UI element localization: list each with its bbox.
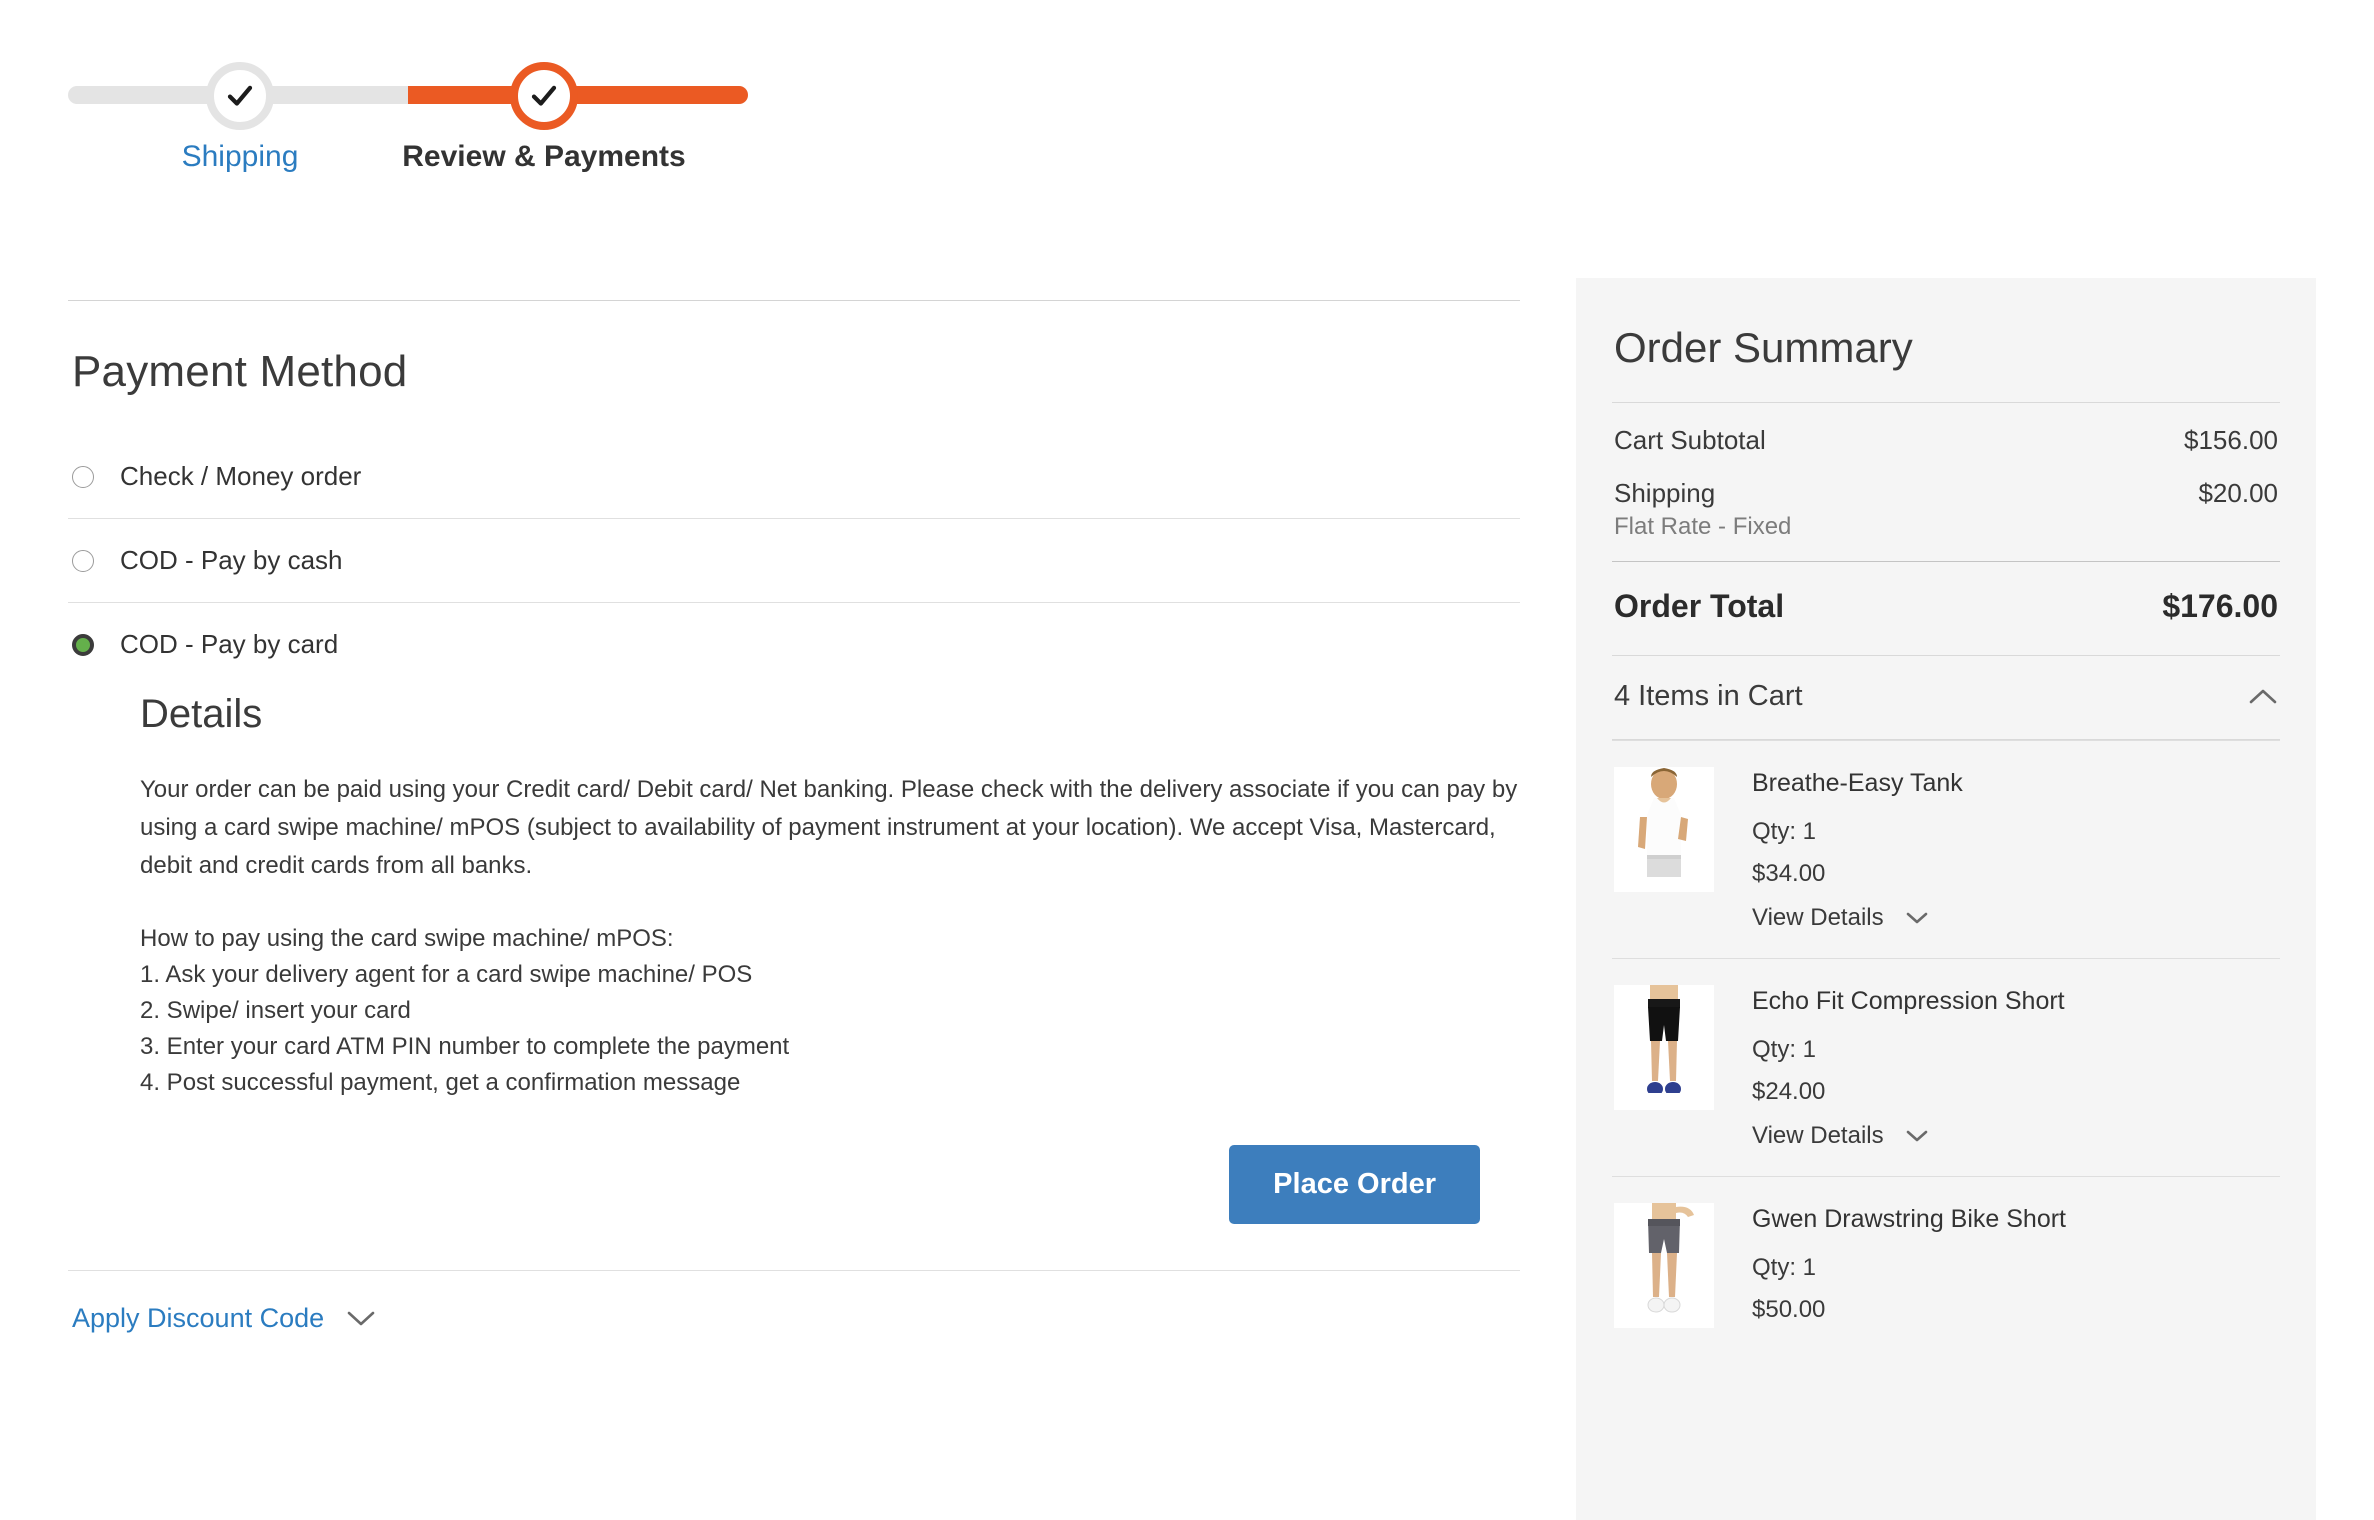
place-order-button[interactable]: Place Order [1229, 1145, 1480, 1224]
checkout-page: Shipping Review & Payments Payment Metho… [0, 0, 2374, 1520]
step-shipping-label[interactable]: Shipping [182, 140, 299, 174]
shipping-method-label: Flat Rate - Fixed [1612, 509, 2280, 561]
payment-method-list: Check / Money order COD - Pay by cash CO… [68, 435, 1520, 1334]
view-details-label: View Details [1752, 904, 1884, 932]
product-qty: Qty: 1 [1752, 1036, 2065, 1064]
product-thumbnail [1614, 1203, 1714, 1328]
list-item[interactable]: Gwen Drawstring Bike Short Qty: 1 $50.00 [1612, 1176, 2280, 1364]
order-total-value: $176.00 [2162, 588, 2278, 625]
product-qty: Qty: 1 [1752, 1254, 2066, 1282]
woman-gray-bike-short-image [1614, 1203, 1714, 1328]
checkout-progress-bar: Shipping Review & Payments [68, 28, 748, 158]
product-price: $50.00 [1752, 1296, 2066, 1324]
step-shipping-bubble[interactable] [206, 62, 274, 130]
details-paragraph: Your order can be paid using your Credit… [140, 771, 1520, 885]
view-details-toggle[interactable]: View Details [1752, 1122, 2065, 1150]
payment-option-label: COD - Pay by cash [120, 545, 343, 576]
shipping-value: $20.00 [2198, 478, 2278, 509]
payment-option-label: COD - Pay by card [120, 629, 338, 660]
radio-cod-cash[interactable] [72, 550, 94, 572]
woman-white-tank-top-image [1614, 767, 1714, 892]
chevron-down-icon[interactable] [1906, 1130, 1928, 1143]
check-icon [529, 81, 559, 111]
cart-subtotal-row: Cart Subtotal $156.00 [1612, 403, 2280, 456]
radio-cod-card-selected[interactable] [72, 634, 94, 656]
chevron-down-icon[interactable] [1906, 912, 1928, 925]
list-item[interactable]: Breathe-Easy Tank Qty: 1 $34.00 View Det… [1612, 740, 2280, 958]
items-in-cart-header[interactable]: 4 Items in Cart [1612, 656, 2280, 739]
order-total-row: Order Total $176.00 [1612, 562, 2280, 655]
shipping-label: Shipping [1614, 478, 1715, 509]
order-total-label: Order Total [1614, 588, 1784, 625]
product-qty: Qty: 1 [1752, 818, 1963, 846]
product-info: Echo Fit Compression Short Qty: 1 $24.00… [1752, 985, 2065, 1150]
check-icon [225, 81, 255, 111]
product-price: $34.00 [1752, 860, 1963, 888]
view-details-label: View Details [1752, 1122, 1884, 1150]
page-title: Payment Method [68, 301, 1520, 397]
details-heading: Details [140, 692, 1520, 737]
payment-option-cod-cash[interactable]: COD - Pay by cash [68, 519, 1520, 602]
items-in-cart-count: 4 Items in Cart [1614, 680, 1803, 713]
payment-details-panel: Details Your order can be paid using you… [68, 686, 1520, 1224]
list-item[interactable]: Echo Fit Compression Short Qty: 1 $24.00… [1612, 958, 2280, 1176]
order-summary-title: Order Summary [1612, 278, 2280, 402]
product-name: Gwen Drawstring Bike Short [1752, 1205, 2066, 1234]
payment-option-cod-card[interactable]: COD - Pay by card [68, 603, 1520, 686]
details-howto-list: How to pay using the card swipe machine/… [140, 921, 1520, 1101]
chevron-up-icon[interactable] [2248, 688, 2278, 706]
product-thumbnail [1614, 985, 1714, 1110]
progress-fill [408, 86, 748, 104]
payment-option-label: Check / Money order [120, 461, 361, 492]
shipping-row: Shipping $20.00 [1612, 456, 2280, 509]
cart-subtotal-label: Cart Subtotal [1614, 425, 1766, 456]
cart-subtotal-value: $156.00 [2184, 425, 2278, 456]
step-review-payments-label: Review & Payments [402, 140, 685, 174]
product-name: Echo Fit Compression Short [1752, 987, 2065, 1016]
step-review-payments-bubble[interactable] [510, 62, 578, 130]
view-details-toggle[interactable]: View Details [1752, 904, 1963, 932]
payment-option-check-money-order[interactable]: Check / Money order [68, 435, 1520, 518]
radio-check-money-order[interactable] [72, 466, 94, 488]
order-summary-panel: Order Summary Cart Subtotal $156.00 Ship… [1576, 278, 2316, 1520]
woman-black-compression-short-image [1614, 985, 1714, 1110]
apply-discount-code-link[interactable]: Apply Discount Code [72, 1303, 324, 1334]
product-info: Breathe-Easy Tank Qty: 1 $34.00 View Det… [1752, 767, 1963, 932]
product-info: Gwen Drawstring Bike Short Qty: 1 $50.00 [1752, 1203, 2066, 1338]
product-name: Breathe-Easy Tank [1752, 769, 1963, 798]
apply-discount-code-row[interactable]: Apply Discount Code [68, 1271, 1520, 1334]
chevron-down-icon[interactable] [346, 1310, 376, 1328]
product-price: $24.00 [1752, 1078, 2065, 1106]
product-thumbnail [1614, 767, 1714, 892]
payment-method-section: Payment Method Check / Money order COD -… [68, 300, 1520, 1334]
place-order-row: Place Order [140, 1101, 1520, 1224]
